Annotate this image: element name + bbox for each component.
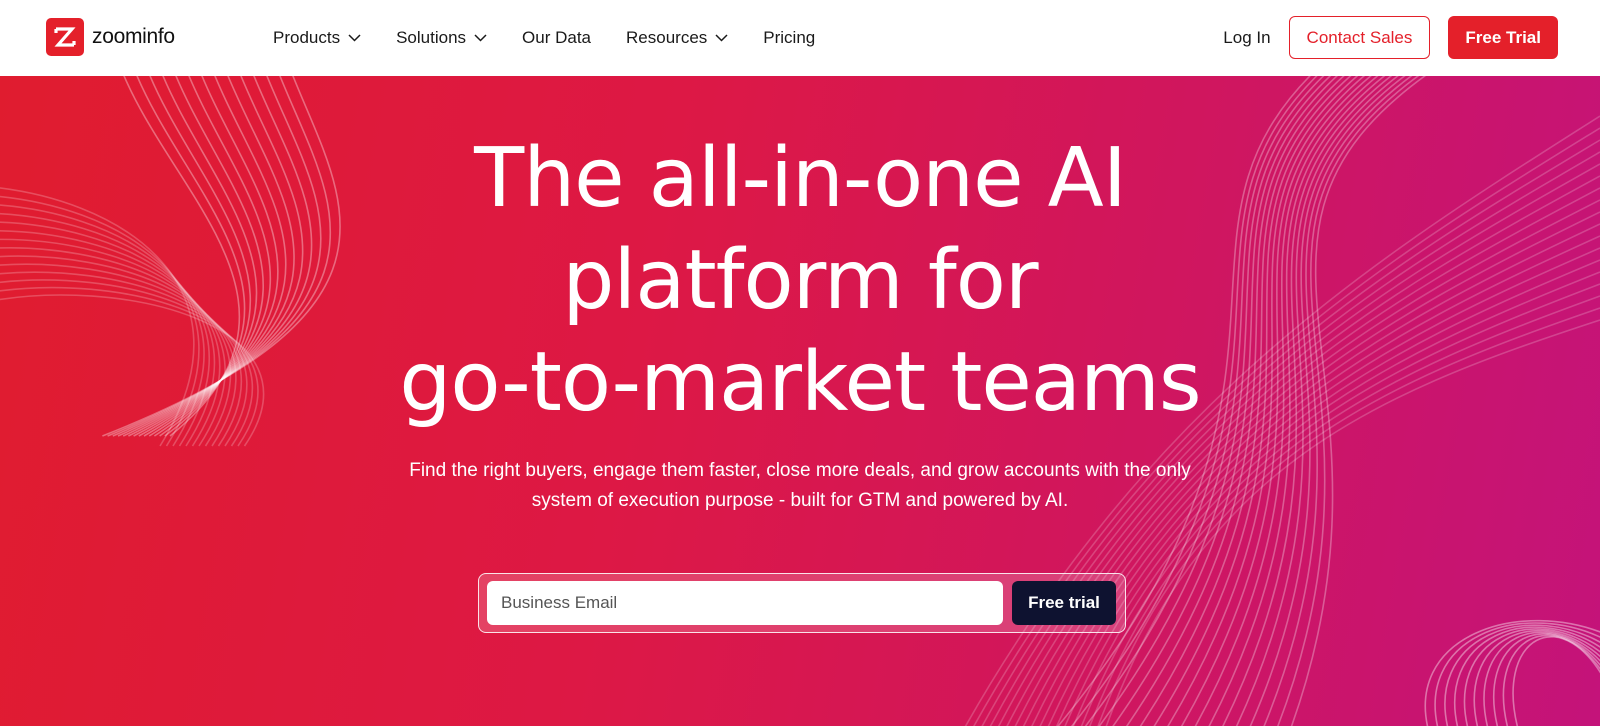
zoominfo-logo-icon xyxy=(46,18,84,56)
nav-item-label: Solutions xyxy=(396,28,467,47)
hero-free-trial-button[interactable]: Free trial xyxy=(1012,581,1116,625)
wave-line xyxy=(1483,631,1600,726)
login-link[interactable]: Log In xyxy=(1223,28,1270,48)
main-nav: Products Solutions Our Data Resources Pr… xyxy=(273,0,850,76)
hero-subtitle-line: system of execution purpose - built for … xyxy=(531,490,1069,511)
hero-title: The all-in-one AI platform for go-to-mar… xyxy=(0,128,1600,434)
business-email-input[interactable] xyxy=(487,581,1003,625)
nav-item-label: Resources xyxy=(626,28,708,47)
nav-item-label: Pricing xyxy=(763,28,816,47)
nav-item-label: Products xyxy=(273,28,341,47)
nav-item-resources[interactable]: Resources xyxy=(626,28,728,48)
top-nav-bar: zoominfo Products Solutions Our Data Res… xyxy=(0,0,1600,76)
chevron-down-icon xyxy=(715,34,728,42)
hero-title-line: go-to-market teams xyxy=(399,335,1201,430)
nav-item-our-data[interactable]: Our Data xyxy=(522,28,591,48)
nav-item-label: Our Data xyxy=(522,28,592,47)
logo-wordmark: zoominfo xyxy=(92,25,175,48)
contact-sales-button[interactable]: Contact Sales xyxy=(1288,16,1431,59)
chevron-down-icon xyxy=(474,34,487,42)
hero-title-line: platform for xyxy=(562,233,1038,328)
nav-item-pricing[interactable]: Pricing xyxy=(763,28,815,48)
zoominfo-logo[interactable]: zoominfo xyxy=(46,18,175,56)
hero-section: The all-in-one AI platform for go-to-mar… xyxy=(0,76,1600,726)
email-signup-form: Free trial xyxy=(478,573,1126,633)
hero-subtitle: Find the right buyers, engage them faste… xyxy=(380,456,1220,516)
free-trial-button[interactable]: Free Trial xyxy=(1448,16,1558,59)
header-actions: Log In Contact Sales Free Trial xyxy=(1223,16,1558,59)
hero-subtitle-line: Find the right buyers, engage them faste… xyxy=(409,460,1191,481)
chevron-down-icon xyxy=(348,34,361,42)
nav-item-products[interactable]: Products xyxy=(273,28,361,48)
nav-item-solutions[interactable]: Solutions xyxy=(396,28,487,48)
hero-title-line: The all-in-one AI xyxy=(474,131,1127,226)
